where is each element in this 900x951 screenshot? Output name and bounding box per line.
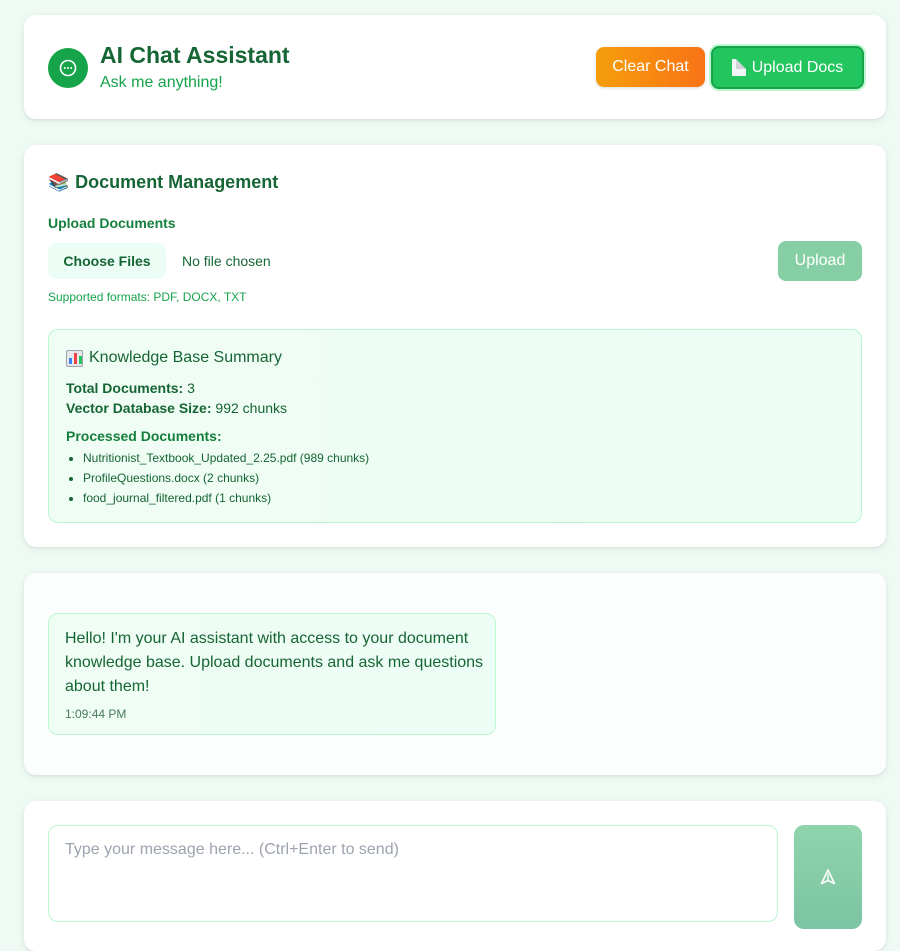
processed-documents-list: Nutritionist_Textbook_Updated_2.25.pdf (… (83, 450, 369, 510)
app-title: AI Chat Assistant (100, 42, 290, 68)
message-input[interactable] (48, 825, 778, 922)
clear-chat-button[interactable]: Clear Chat (596, 47, 705, 87)
books-icon: 📚 (48, 172, 70, 192)
section-title-text: Document Management (75, 172, 279, 192)
supported-formats: Supported formats: PDF, DOCX, TXT (48, 290, 247, 304)
total-documents: Total Documents: 3 (66, 380, 195, 396)
chat-bubble-icon (48, 48, 88, 88)
vector-db-size-value: 992 chunks (215, 400, 288, 416)
message-timestamp: 1:09:44 PM (65, 707, 127, 721)
list-item: ProfileQuestions.docx (2 chunks) (83, 470, 369, 490)
header-card: AI Chat Assistant Ask me anything! Clear… (24, 15, 886, 119)
app-subtitle: Ask me anything! (100, 74, 223, 91)
send-icon (820, 869, 836, 885)
list-item: Nutritionist_Textbook_Updated_2.25.pdf (… (83, 450, 369, 470)
upload-button[interactable]: Upload (778, 241, 862, 281)
summary-title-text: Knowledge Base Summary (89, 349, 282, 366)
choose-files-button[interactable]: Choose Files (48, 243, 166, 279)
list-item: food_journal_filtered.pdf (1 chunks) (83, 490, 369, 510)
summary-title: Knowledge Base Summary (66, 349, 282, 367)
message-text: Hello! I'm your AI assistant with access… (65, 630, 484, 695)
send-button[interactable] (794, 825, 862, 929)
processed-documents-label: Processed Documents: (66, 428, 222, 444)
assistant-message: Hello! I'm your AI assistant with access… (48, 613, 496, 735)
chat-card: Hello! I'm your AI assistant with access… (24, 573, 886, 775)
knowledge-base-summary: Knowledge Base Summary Total Documents: … (48, 329, 862, 523)
no-file-text: No file chosen (182, 253, 271, 269)
total-documents-value: 3 (187, 380, 195, 396)
section-title: 📚 Document Management (48, 172, 278, 193)
vector-db-size: Vector Database Size: 992 chunks (66, 400, 287, 416)
total-documents-label: Total Documents: (66, 380, 184, 396)
vector-db-size-label: Vector Database Size: (66, 400, 212, 416)
upload-docs-label: Upload Docs (751, 58, 844, 76)
upload-docs-button[interactable]: Upload Docs (711, 46, 864, 89)
bar-chart-icon (66, 349, 83, 367)
upload-documents-label: Upload Documents (48, 215, 176, 231)
input-card (24, 801, 886, 951)
document-management-card: 📚 Document Management Upload Documents C… (24, 145, 886, 547)
document-icon (731, 59, 746, 76)
